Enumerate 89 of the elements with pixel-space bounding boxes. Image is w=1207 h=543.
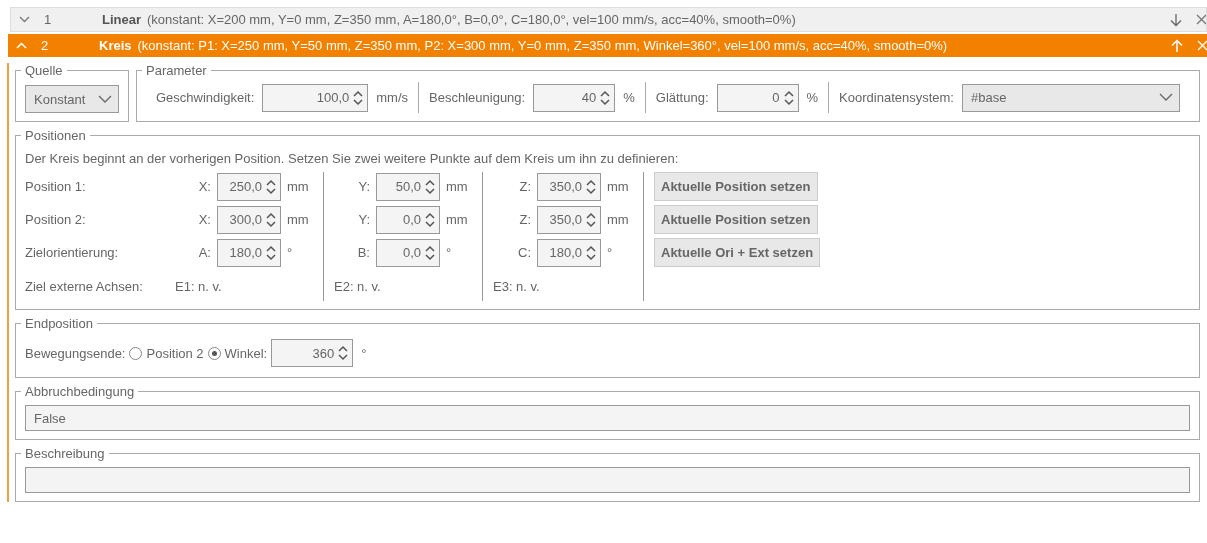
group-title: Parameter — [145, 63, 208, 78]
chevron-down-icon[interactable] — [1159, 93, 1173, 102]
number-field[interactable]: 50,0 — [376, 172, 440, 201]
axis-label: Y: — [358, 212, 370, 227]
group-title: Endposition — [24, 316, 94, 331]
spinner-icon[interactable] — [586, 244, 596, 261]
unit-label: % — [806, 90, 819, 105]
unit-label: ° — [446, 245, 453, 260]
spinner-icon[interactable] — [783, 89, 794, 106]
spinner-icon[interactable] — [338, 345, 349, 361]
arrow-down-icon[interactable] — [1170, 12, 1182, 27]
spinner-icon[interactable] — [425, 178, 435, 195]
row-label: Position 1: — [25, 179, 87, 194]
row-label: Position 2: — [25, 212, 87, 227]
number-field[interactable]: 0 — [716, 83, 799, 112]
spinner-icon[interactable] — [586, 178, 596, 195]
spinner-icon[interactable] — [353, 89, 364, 106]
step-number: 2 — [40, 38, 50, 53]
unit-label: % — [623, 90, 635, 105]
spinner-icon[interactable] — [600, 89, 611, 106]
chevron-down-icon[interactable] — [98, 94, 112, 104]
field-label: Geschwindigkeit: — [156, 90, 255, 105]
unit-label: mm — [287, 212, 310, 227]
axis-label: X: — [198, 179, 211, 194]
spinner-icon[interactable] — [266, 244, 276, 261]
row-label: Ziel externe Achsen: — [25, 277, 144, 296]
group-title: Abbruchbedingung — [24, 384, 136, 399]
group-title: Beschreibung — [24, 446, 106, 461]
number-field[interactable]: 250,0 — [217, 172, 281, 201]
radio-label[interactable]: Position 2 — [146, 345, 204, 361]
number-field[interactable]: 360 — [271, 339, 354, 367]
unit-label: mm — [287, 179, 310, 194]
group-title: Positionen — [24, 128, 87, 143]
set-position-button[interactable]: Aktuelle Position setzen — [654, 172, 818, 201]
number-field[interactable]: 0,0 — [376, 238, 440, 267]
description-field[interactable] — [25, 467, 1190, 493]
axis-label: X: — [198, 212, 211, 227]
row-label: Zielorientierung: — [25, 245, 120, 260]
number-field[interactable]: 180,0 — [217, 238, 281, 267]
step-summary: (konstant: P1: X=250 mm, Y=50 mm, Z=350 mm, P2: X=300 mm, Y=0 mm, Z=350 mm, Winkel=360°, vel=100 mm/s, acc=40%, smooth=0%) — [137, 38, 949, 53]
unit-label: mm — [446, 179, 469, 194]
field-label: Bewegungsende: — [25, 345, 126, 361]
close-icon[interactable] — [1196, 14, 1206, 25]
set-position-button[interactable]: Aktuelle Ori + Ext setzen — [654, 238, 821, 267]
spinner-icon[interactable] — [586, 211, 596, 228]
field-label: Beschleunigung: — [429, 90, 526, 105]
number-field[interactable]: 350,0 — [537, 172, 601, 201]
unit-label: ° — [287, 245, 294, 260]
number-field[interactable]: 40 — [533, 83, 616, 112]
coordinate-dropdown[interactable]: #base — [962, 83, 1180, 112]
axis-label: A: — [198, 245, 211, 260]
radio-label[interactable]: Winkel: — [224, 345, 268, 361]
unit-label: mm — [607, 179, 630, 194]
spinner-icon[interactable] — [425, 244, 435, 261]
unit-label: ° — [607, 245, 614, 260]
unit-label: mm — [446, 212, 469, 227]
number-field[interactable]: 350,0 — [537, 205, 601, 234]
unit-label: ° — [361, 345, 367, 361]
step-header[interactable]: 1 Linear (konstant: X=200 mm, Y=0 mm, Z=350 mm, A=180,0°, B=0,0°, C=180,0°, vel=100 mm/s, acc=40%, smooth=0%) — [10, 7, 1207, 32]
chevron-down-icon[interactable] — [19, 16, 30, 23]
step-name: Linear — [102, 12, 141, 27]
axis-label: Z: — [519, 212, 531, 227]
number-field[interactable]: 0,0 — [376, 205, 440, 234]
number-field[interactable]: 180,0 — [537, 238, 601, 267]
axis-label: Y: — [358, 179, 370, 194]
axis-label: Z: — [519, 179, 531, 194]
instruction-text: Der Kreis beginnt an der vorherigen Position. Setzen Sie zwei weitere Punkte auf dem Kreis um ihn zu definieren: — [25, 151, 680, 166]
unit-label: mm — [607, 212, 630, 227]
step-summary: (konstant: X=200 mm, Y=0 mm, Z=350 mm, A=180,0°, B=0,0°, C=180,0°, vel=100 mm/s, acc=40%, smooth=0%) — [147, 12, 797, 27]
spinner-icon[interactable] — [266, 211, 276, 228]
axis-value: E1: n. v. — [175, 277, 223, 296]
axis-value: E3: n. v. — [493, 277, 541, 296]
spinner-icon[interactable] — [425, 211, 435, 228]
axis-label: C: — [518, 245, 531, 260]
chevron-up-icon[interactable] — [16, 42, 27, 49]
field-label: Koordinatensystem: — [839, 90, 954, 105]
source-dropdown[interactable]: Konstant — [25, 85, 119, 113]
step-number: 1 — [43, 12, 53, 27]
condition-field[interactable]: False — [25, 405, 1190, 431]
axis-value: E2: n. v. — [334, 277, 382, 296]
step-name: Kreis — [99, 38, 132, 53]
spinner-icon[interactable] — [266, 178, 276, 195]
field-label: Glättung: — [655, 90, 709, 105]
axis-label: B: — [357, 245, 370, 260]
set-position-button[interactable]: Aktuelle Position setzen — [654, 205, 818, 234]
number-field[interactable]: 100,0 — [262, 83, 369, 112]
group-title: Quelle — [24, 63, 64, 78]
number-field[interactable]: 300,0 — [217, 205, 281, 234]
unit-label: mm/s — [376, 90, 409, 105]
